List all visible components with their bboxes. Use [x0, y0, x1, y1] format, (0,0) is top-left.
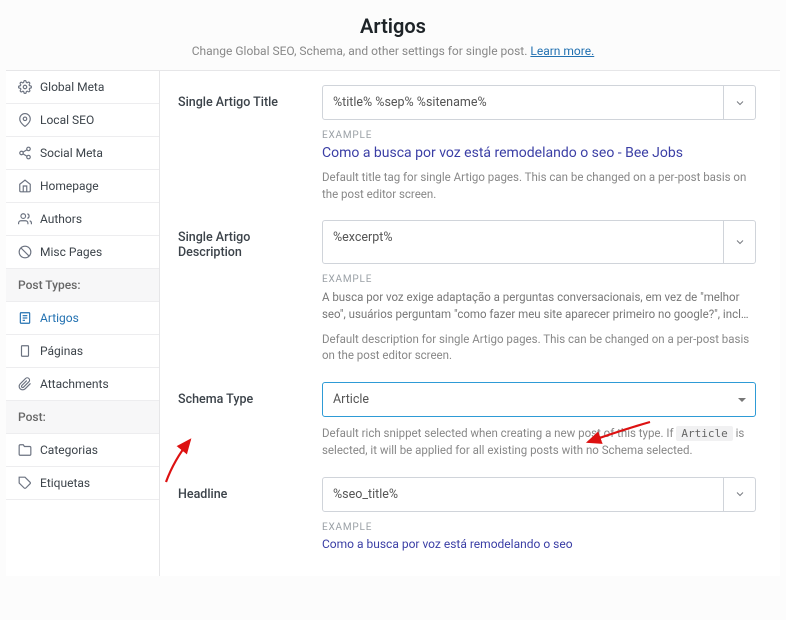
description-dropdown-button[interactable] — [723, 221, 755, 263]
pin-icon — [18, 113, 32, 127]
content: Single Artigo Title EXAMPLE Como a busca… — [160, 71, 780, 576]
chevron-down-icon — [734, 236, 746, 248]
forbidden-icon — [18, 245, 32, 259]
sidebar-item-label: Homepage — [40, 179, 99, 193]
sidebar-item-homepage[interactable]: Homepage — [6, 170, 159, 203]
example-label: EXAMPLE — [322, 522, 756, 533]
chevron-down-icon — [738, 398, 746, 402]
learn-more-link[interactable]: Learn more. — [530, 44, 594, 58]
schema-dropdown-button[interactable] — [729, 383, 755, 416]
folder-icon — [18, 443, 32, 457]
example-preview-link: Como a busca por voz está remodelando o … — [322, 145, 756, 161]
headline-input-wrap[interactable] — [322, 477, 756, 512]
sidebar-item-paginas[interactable]: Páginas — [6, 335, 159, 368]
sidebar-header-post-types: Post Types: — [6, 269, 159, 302]
example-preview-link: Como a busca por voz está remodelando o … — [322, 537, 756, 551]
sidebar-item-label: Authors — [40, 212, 82, 226]
sidebar-item-etiquetas[interactable]: Etiquetas — [6, 467, 159, 500]
chevron-down-icon — [734, 488, 746, 500]
code-pill: Article — [676, 426, 732, 441]
home-icon — [18, 179, 32, 193]
sidebar-item-label: Local SEO — [40, 113, 94, 127]
sidebar-item-label: Categorias — [40, 443, 98, 457]
sidebar: Global Meta Local SEO Social Meta Homepa… — [6, 71, 160, 576]
sidebar-item-categorias[interactable]: Categorias — [6, 434, 159, 467]
schema-select[interactable] — [322, 382, 756, 417]
users-icon — [18, 212, 32, 226]
sidebar-item-artigos[interactable]: Artigos — [6, 302, 159, 335]
sidebar-item-global-meta[interactable]: Global Meta — [6, 71, 159, 104]
attach-icon — [18, 377, 32, 391]
field-label: Single Artigo Title — [178, 85, 306, 202]
description-input-wrap[interactable] — [322, 220, 756, 264]
page-subtitle: Change Global SEO, Schema, and other set… — [0, 44, 786, 58]
description-input[interactable] — [323, 221, 723, 263]
gear-icon — [18, 80, 32, 94]
field-headline: Headline EXAMPLE Como a busca por voz es… — [178, 477, 756, 558]
field-label: Single Artigo Description — [178, 220, 306, 364]
chevron-down-icon — [734, 97, 746, 109]
field-label: Headline — [178, 477, 306, 558]
title-input-wrap[interactable] — [322, 85, 756, 120]
example-label: EXAMPLE — [322, 130, 756, 141]
sidebar-item-label: Páginas — [40, 344, 83, 358]
sidebar-item-label: Social Meta — [40, 146, 103, 160]
help-text: Default rich snippet selected when creat… — [322, 425, 756, 459]
sidebar-item-label: Artigos — [40, 311, 79, 325]
sidebar-item-label: Attachments — [40, 377, 109, 391]
tag-icon — [18, 476, 32, 490]
sidebar-item-local-seo[interactable]: Local SEO — [6, 104, 159, 137]
example-preview-text: A busca por voz exige adaptação a pergun… — [322, 289, 756, 322]
headline-input[interactable] — [323, 478, 723, 511]
title-input[interactable] — [323, 86, 723, 119]
page-icon — [18, 344, 32, 358]
sidebar-item-social-meta[interactable]: Social Meta — [6, 137, 159, 170]
sidebar-item-label: Misc Pages — [40, 245, 102, 259]
title-dropdown-button[interactable] — [723, 86, 755, 119]
share-icon — [18, 146, 32, 160]
field-single-description: Single Artigo Description EXAMPLE A busc… — [178, 220, 756, 364]
sidebar-item-attachments[interactable]: Attachments — [6, 368, 159, 401]
post-icon — [18, 311, 32, 325]
example-label: EXAMPLE — [322, 274, 756, 285]
sidebar-item-misc-pages[interactable]: Misc Pages — [6, 236, 159, 269]
field-schema-type: Schema Type Default rich snippet selecte… — [178, 382, 756, 459]
help-text: Default description for single Artigo pa… — [322, 331, 756, 364]
page-header: Artigos Change Global SEO, Schema, and o… — [0, 0, 786, 70]
page-title: Artigos — [0, 14, 786, 38]
sidebar-item-authors[interactable]: Authors — [6, 203, 159, 236]
schema-select-value[interactable] — [323, 383, 729, 416]
sidebar-item-label: Global Meta — [40, 80, 104, 94]
help-text: Default title tag for single Artigo page… — [322, 169, 756, 202]
sidebar-header-post: Post: — [6, 401, 159, 434]
field-label: Schema Type — [178, 382, 306, 459]
sidebar-item-label: Etiquetas — [40, 476, 90, 490]
headline-dropdown-button[interactable] — [723, 478, 755, 511]
field-single-title: Single Artigo Title EXAMPLE Como a busca… — [178, 85, 756, 202]
